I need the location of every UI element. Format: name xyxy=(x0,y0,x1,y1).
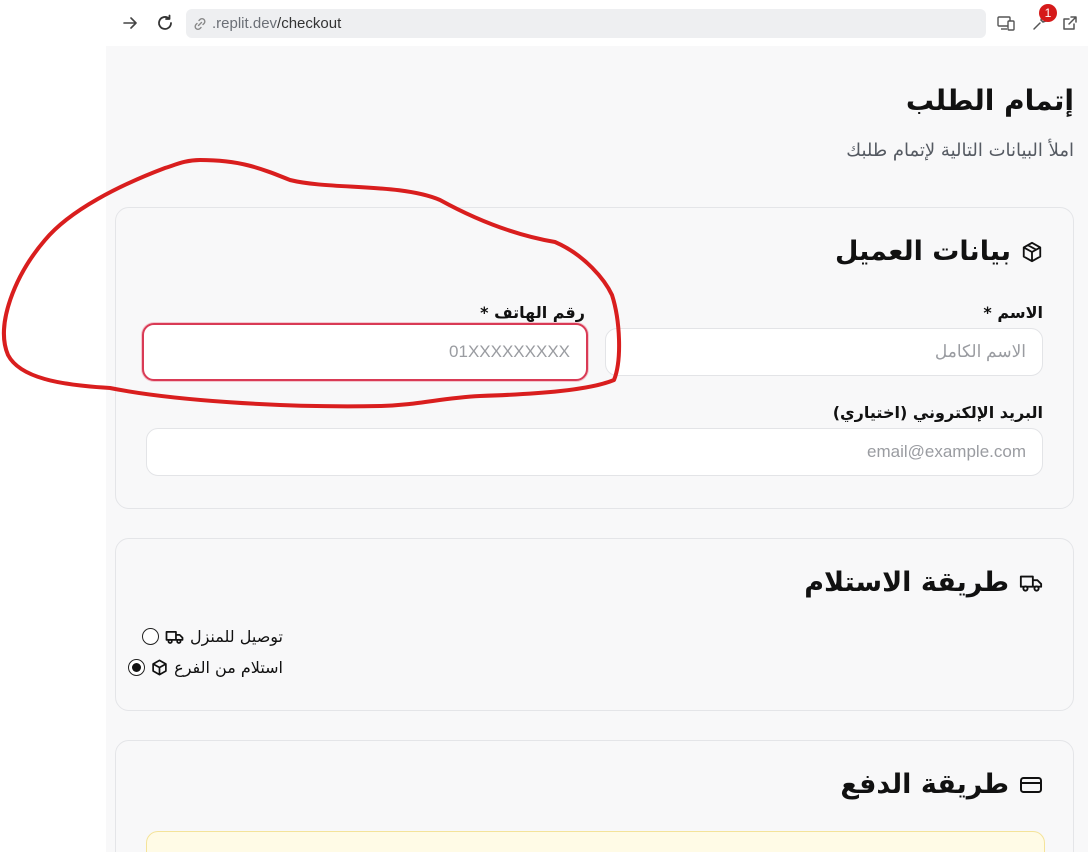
arrow-right-icon xyxy=(123,17,137,29)
package-icon xyxy=(152,659,167,676)
url-text: .replit.dev/checkout xyxy=(212,15,342,32)
customer-info-title: بيانات العميل xyxy=(835,236,1043,267)
customer-info-card: بيانات العميل الاسم * الاسم الكامل رقم ا… xyxy=(115,207,1074,509)
address-bar[interactable]: .replit.dev/checkout xyxy=(186,9,986,38)
reload-button[interactable] xyxy=(154,12,176,34)
phone-input[interactable]: 01XXXXXXXXX xyxy=(142,323,588,381)
open-external-button[interactable] xyxy=(1059,12,1081,34)
delivery-method-card: طريقة الاستلام توصيل للمنزل استلام من ال… xyxy=(115,538,1074,711)
delivery-option-home[interactable]: توصيل للمنزل xyxy=(141,627,283,646)
reload-icon xyxy=(158,14,172,30)
delivery-method-title: طريقة الاستلام xyxy=(804,567,1043,598)
truck-icon xyxy=(1019,575,1043,592)
browser-window: .replit.dev/checkout 1 إتمام الطلب املأ … xyxy=(106,0,1088,852)
link-icon xyxy=(194,17,206,30)
devices-icon xyxy=(997,16,1015,31)
package-icon xyxy=(1022,241,1042,262)
delivery-option-pickup[interactable]: استلام من الفرع xyxy=(128,658,283,677)
truck-icon xyxy=(165,630,184,644)
delivery-home-radio[interactable] xyxy=(141,628,159,645)
tools-button[interactable]: 1 xyxy=(1029,4,1057,34)
email-label: البريد الإلكتروني (اختياري) xyxy=(832,403,1043,422)
browser-toolbar: .replit.dev/checkout 1 xyxy=(106,0,1088,46)
devices-button[interactable] xyxy=(995,12,1017,34)
page-title: إتمام الطلب xyxy=(905,84,1074,117)
forward-button[interactable] xyxy=(119,12,141,34)
payment-notice-box xyxy=(146,831,1045,852)
phone-label: رقم الهاتف * xyxy=(480,303,585,322)
email-input[interactable]: email@example.com xyxy=(146,428,1043,476)
page-subtitle: املأ البيانات التالية لإتمام طلبك xyxy=(846,140,1074,161)
external-link-icon xyxy=(1063,16,1077,30)
delivery-pickup-radio[interactable] xyxy=(128,659,146,676)
notification-badge: 1 xyxy=(1039,4,1057,22)
payment-method-card: طريقة الدفع xyxy=(115,740,1074,852)
credit-card-icon xyxy=(1020,776,1042,793)
payment-method-title: طريقة الدفع xyxy=(840,769,1043,800)
name-label: الاسم * xyxy=(983,303,1043,322)
name-input[interactable]: الاسم الكامل xyxy=(605,328,1043,376)
